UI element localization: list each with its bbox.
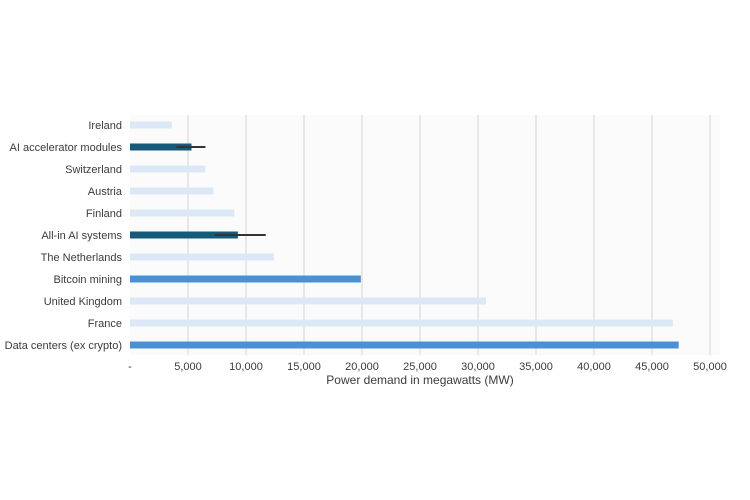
x-tick-label: 20,000 <box>345 361 379 373</box>
category-label: All-in AI systems <box>41 230 122 242</box>
category-label: AI accelerator modules <box>10 142 123 154</box>
category-label: Bitcoin mining <box>54 274 122 286</box>
bar <box>130 209 235 217</box>
category-label: Finland <box>86 208 122 220</box>
bar <box>130 275 361 283</box>
category-label: Ireland <box>88 120 122 132</box>
category-label: United Kingdom <box>44 296 122 308</box>
x-tick-label: 5,000 <box>174 361 202 373</box>
x-tick-label: 25,000 <box>403 361 437 373</box>
category-label: France <box>88 318 122 330</box>
x-tick-label: 40,000 <box>577 361 611 373</box>
bar <box>130 319 673 327</box>
x-tick-label: 30,000 <box>461 361 495 373</box>
bar <box>130 297 487 305</box>
x-tick-label: - <box>128 361 132 373</box>
bar <box>130 121 172 129</box>
x-axis-title: Power demand in megawatts (MW) <box>326 373 513 387</box>
category-label: Austria <box>88 186 123 198</box>
bar <box>130 165 206 173</box>
category-label: Switzerland <box>65 164 122 176</box>
x-tick-label: 45,000 <box>635 361 669 373</box>
x-tick-label: 10,000 <box>229 361 263 373</box>
x-tick-label: 50,000 <box>693 361 727 373</box>
x-tick-label: 15,000 <box>287 361 321 373</box>
bar <box>130 187 214 195</box>
x-tick-label: 35,000 <box>519 361 553 373</box>
category-label: The Netherlands <box>41 252 123 264</box>
category-label: Data centers (ex crypto) <box>5 340 122 352</box>
category-labels: Ireland AI accelerator modules Switzerland… <box>5 120 123 352</box>
bar-chart: Ireland AI accelerator modules Switzerland… <box>5 115 727 387</box>
bar <box>130 341 679 349</box>
bar <box>130 253 274 261</box>
x-tick-labels: - 5,000 10,000 15,000 20,000 25,000 30,000 35,0… <box>128 361 727 373</box>
